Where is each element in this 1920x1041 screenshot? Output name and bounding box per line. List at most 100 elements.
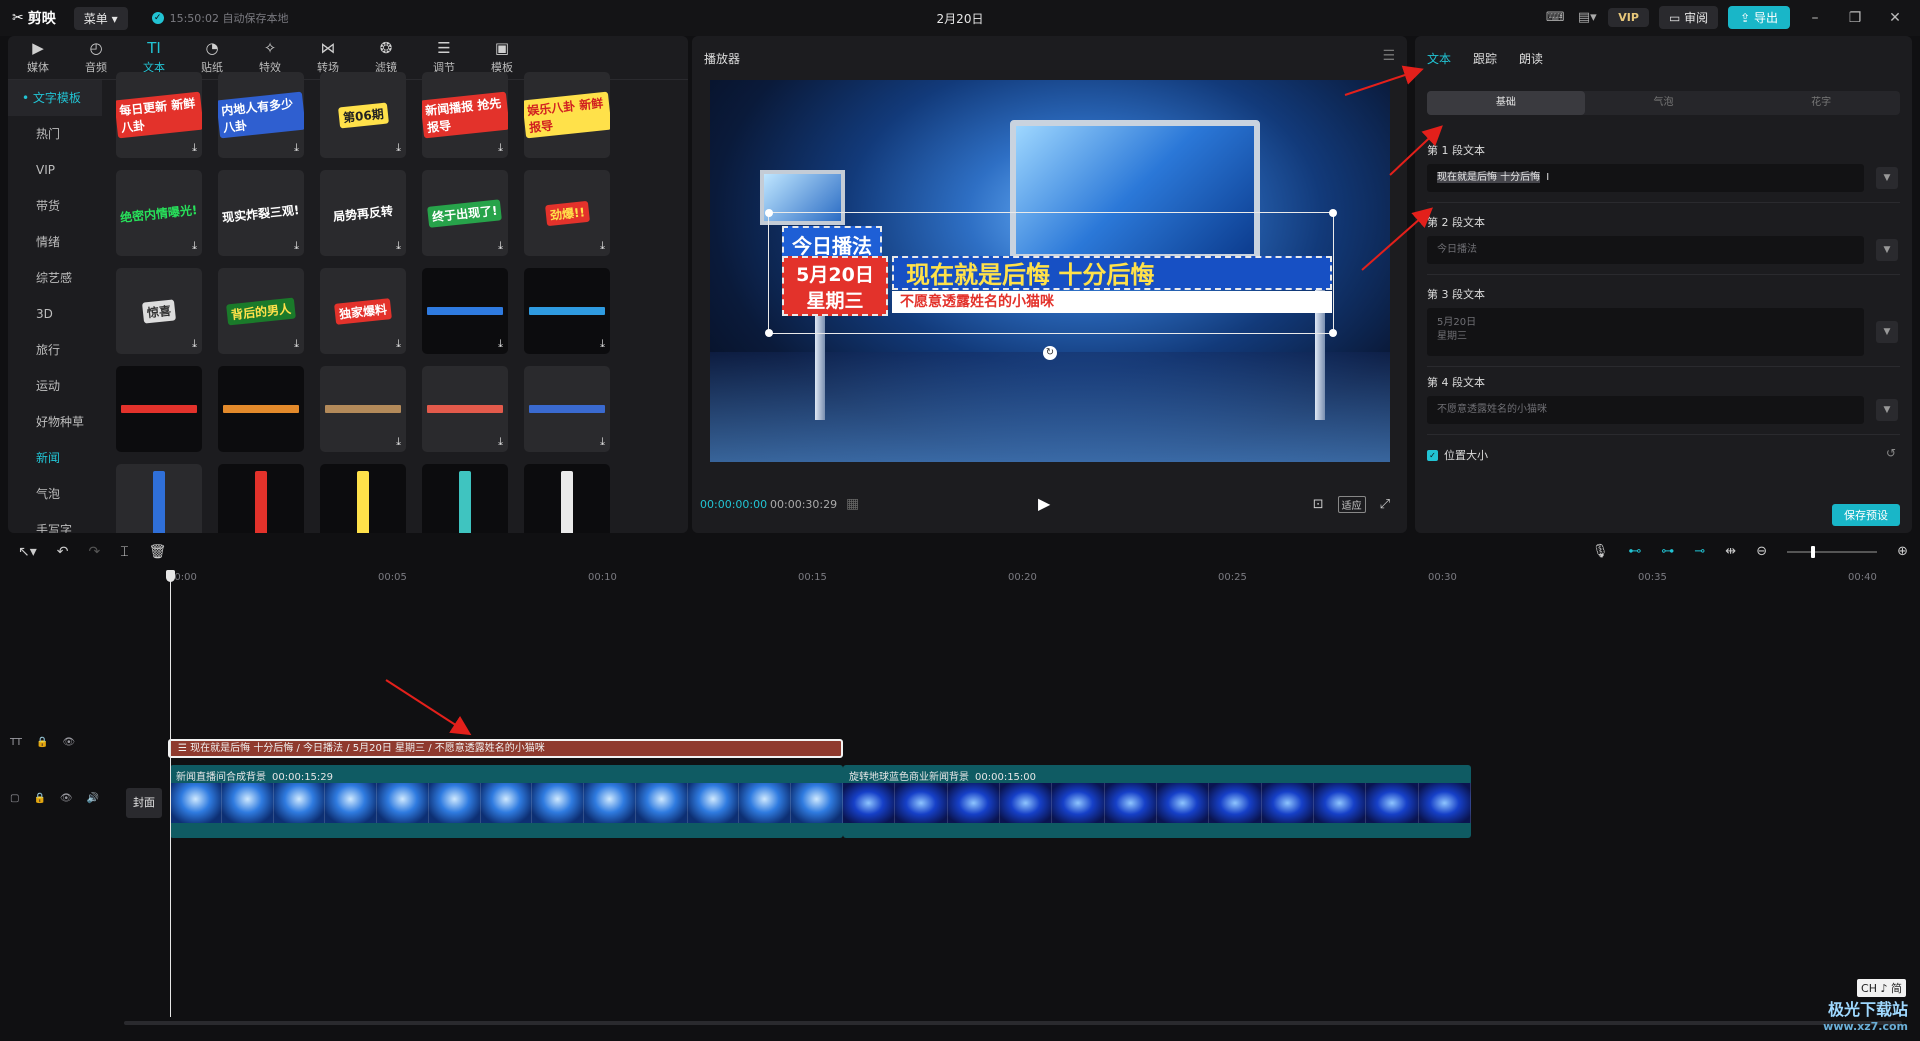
maximize-icon[interactable]: ❐ (1840, 10, 1870, 26)
download-icon[interactable]: ⤓ (600, 337, 605, 351)
template-tile[interactable]: ⤓ (524, 366, 610, 452)
field-2-input[interactable]: 今日播法 (1427, 236, 1864, 264)
fullscreen-icon[interactable]: ⤢ (1380, 497, 1390, 512)
menu-button[interactable]: 菜单 ▾ (73, 6, 128, 30)
download-icon[interactable]: ⤓ (600, 239, 605, 253)
link-main-track-icon[interactable]: ⊷ (1628, 544, 1641, 559)
split-icon[interactable]: ⌶ (120, 544, 128, 560)
template-tile[interactable]: 每日更新 新鲜八卦 ⤓ (116, 72, 202, 158)
layout-icon[interactable]: ▤▾ (1576, 7, 1598, 29)
microphone-icon[interactable]: 🎙 (1592, 544, 1609, 559)
undo-icon[interactable]: ↶ (57, 544, 69, 560)
time-ruler[interactable]: 00:00 00:05 00:10 00:15 00:20 00:25 00:30 00:35… (168, 570, 1918, 586)
template-tile[interactable]: 新闻播报 抢先报导 ⤓ (422, 72, 508, 158)
download-icon[interactable]: ⤓ (498, 337, 503, 351)
horizontal-scrollbar[interactable] (124, 1021, 1902, 1025)
nav-item[interactable]: VIP (8, 152, 102, 188)
segment-bubble[interactable]: 气泡 (1585, 91, 1743, 115)
select-tool-icon[interactable]: ↖▾ (18, 544, 37, 560)
segment-fancy-text[interactable]: 花字 (1742, 91, 1900, 115)
template-tile[interactable] (116, 464, 202, 533)
close-icon[interactable]: ✕ (1880, 10, 1910, 26)
grid-icon[interactable]: ▦ (846, 496, 859, 512)
lock-icon[interactable]: 🔒 (36, 737, 48, 748)
zoom-in-icon[interactable]: ⊕ (1897, 544, 1908, 559)
tab-text[interactable]: 文本 (1427, 50, 1451, 67)
playhead[interactable] (170, 572, 171, 1017)
download-icon[interactable]: ⤓ (396, 435, 401, 449)
zoom-out-icon[interactable]: ⊖ (1756, 544, 1767, 559)
nav-item[interactable]: 情绪 (8, 224, 102, 260)
nav-item[interactable]: 热门 (8, 116, 102, 152)
download-icon[interactable]: ⤓ (396, 337, 401, 351)
nav-item[interactable]: 新闻 (8, 440, 102, 476)
nav-item[interactable]: 手写字 (8, 512, 102, 533)
template-tile[interactable]: ⤓ (422, 366, 508, 452)
chevron-down-icon[interactable]: ▼ (1876, 167, 1898, 189)
minimize-icon[interactable]: – (1800, 10, 1830, 26)
review-button[interactable]: ▭ 审阅 (1658, 6, 1719, 29)
category-tab[interactable]: ▶ 媒体 (20, 39, 56, 79)
magnet-icon[interactable]: ⊶ (1661, 544, 1674, 559)
template-tile[interactable] (116, 366, 202, 452)
download-icon[interactable]: ⤓ (498, 141, 503, 155)
template-tile[interactable]: ⤓ (422, 268, 508, 354)
resize-handle[interactable] (1329, 329, 1337, 337)
cover-button[interactable]: 封面 (126, 788, 162, 818)
overlay-main-title[interactable]: 现在就是后悔 十分后悔 (892, 256, 1332, 290)
overlay-subtitle[interactable]: 不愿意透露姓名的小猫咪 (892, 291, 1332, 313)
tab-tracking[interactable]: 跟踪 (1473, 50, 1497, 67)
template-tile[interactable]: 娱乐八卦 新鲜报导 (524, 72, 610, 158)
template-tile[interactable]: ⤓ (524, 268, 610, 354)
download-icon[interactable]: ⤓ (498, 239, 503, 253)
eye-icon[interactable]: 👁 (60, 793, 73, 804)
nav-item[interactable]: 带货 (8, 188, 102, 224)
template-tile[interactable]: 劲爆!! ⤓ (524, 170, 610, 256)
template-tile[interactable]: 内地人有多少八卦 ⤓ (218, 72, 304, 158)
template-tile[interactable]: 背后的男人 ⤓ (218, 268, 304, 354)
zoom-slider[interactable] (1787, 545, 1878, 558)
nav-item[interactable]: 好物种草 (8, 404, 102, 440)
download-icon[interactable]: ⤓ (294, 141, 299, 155)
preview-axis-icon[interactable]: ⇹ (1725, 544, 1736, 559)
template-tile[interactable]: 第06期 ⤓ (320, 72, 406, 158)
video-clip[interactable]: 旋转地球蓝色商业新闻背景 00:00:15:00 (843, 765, 1471, 838)
field-1-input[interactable]: 现在就是后悔 十分后悔 I (1427, 164, 1864, 192)
chevron-down-icon[interactable]: ▼ (1876, 399, 1898, 421)
overlay-date-label[interactable]: 5月20日 星期三 (782, 256, 888, 316)
download-icon[interactable]: ⤓ (192, 141, 197, 155)
template-tile[interactable] (218, 366, 304, 452)
linkage-icon[interactable]: ⊸ (1694, 544, 1705, 559)
download-icon[interactable]: ⤓ (294, 337, 299, 351)
template-tile[interactable] (422, 464, 508, 533)
nav-item[interactable]: 3D (8, 296, 102, 332)
play-icon[interactable]: ▶ (1038, 494, 1050, 513)
save-preset-button[interactable]: 保存预设 (1832, 504, 1900, 526)
chevron-down-icon[interactable]: ▼ (1876, 239, 1898, 261)
field-4-input[interactable]: 不愿意透露姓名的小猫咪 (1427, 396, 1864, 424)
template-tile[interactable] (218, 464, 304, 533)
audio-icon[interactable]: 🔊 (87, 793, 99, 804)
video-clip[interactable]: 新闻直播间合成背景 00:00:15:29 (170, 765, 843, 838)
download-icon[interactable]: ⤓ (600, 435, 605, 449)
fit-ratio-button[interactable]: 适应 (1337, 496, 1366, 513)
vip-button[interactable]: VIP (1608, 8, 1649, 27)
template-tile[interactable]: 局势再反转 ⤓ (320, 170, 406, 256)
redo-icon[interactable]: ↷ (89, 544, 101, 560)
tab-read-aloud[interactable]: 朗读 (1519, 50, 1543, 67)
nav-item[interactable]: • 文字模板 (8, 80, 102, 116)
download-icon[interactable]: ⤓ (498, 435, 503, 449)
download-icon[interactable]: ⤓ (192, 239, 197, 253)
template-tile[interactable] (320, 464, 406, 533)
screenshot-icon[interactable]: ⊡ (1313, 497, 1324, 512)
template-tile[interactable]: 绝密内情曝光! ⤓ (116, 170, 202, 256)
nav-item[interactable]: 气泡 (8, 476, 102, 512)
text-clip[interactable]: ☰ 现在就是后悔 十分后悔 / 今日播法 / 5月20日 星期三 / 不愿意透露… (168, 739, 843, 758)
checkbox-icon[interactable]: ✓ (1427, 449, 1438, 461)
export-button[interactable]: ⇪ 导出 (1728, 6, 1790, 29)
download-icon[interactable]: ⤓ (294, 239, 299, 253)
rotate-icon[interactable]: ↻ (1043, 346, 1057, 360)
video-preview[interactable]: 今日播法 5月20日 星期三 现在就是后悔 十分后悔 不愿意透露姓名的小猫咪 ↻ (710, 80, 1390, 462)
template-tile[interactable]: 惊喜 ⤓ (116, 268, 202, 354)
chevron-down-icon[interactable]: ▼ (1876, 321, 1898, 343)
